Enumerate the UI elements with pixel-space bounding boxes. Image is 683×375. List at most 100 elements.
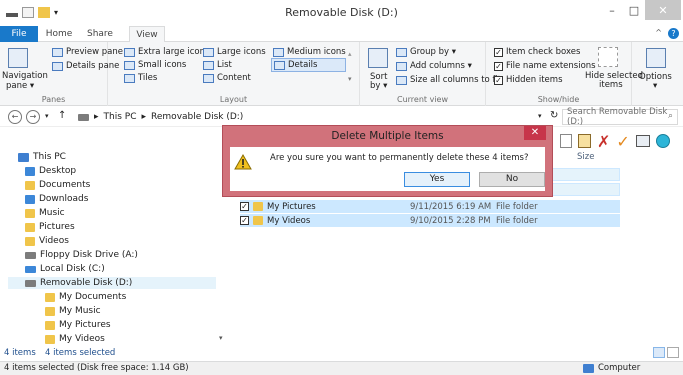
details-view-icon[interactable] — [653, 347, 665, 358]
item-check-boxes-toggle[interactable]: ✓ Item check boxes — [494, 47, 580, 57]
layout-group: Extra large icons Large icons Medium ico… — [108, 42, 360, 106]
options-dropdown[interactable]: ▾ — [653, 81, 657, 91]
breadcrumb-removable-disk[interactable]: Removable Disk (D:) — [151, 112, 243, 122]
hide-selected-items-label: items — [599, 80, 623, 90]
show-hide-group: ✓ Item check boxes ✓ File name extensions … — [486, 42, 643, 106]
refresh-icon[interactable]: ↻ — [550, 110, 558, 121]
layout-content[interactable]: Content — [203, 73, 251, 83]
nav-documents[interactable]: Documents — [25, 180, 90, 190]
minimize-button[interactable]: – — [601, 0, 623, 20]
help-icon[interactable]: ? — [668, 28, 679, 39]
nav-local-disk[interactable]: Local Disk (C:) — [25, 264, 105, 274]
nav-desktop[interactable]: Desktop — [25, 166, 76, 176]
search-icon[interactable]: ⌕ — [668, 111, 673, 121]
warning-icon — [234, 154, 252, 170]
details-icon — [274, 60, 285, 70]
layout-medium-icons[interactable]: Medium icons — [273, 47, 346, 57]
nav-this-pc[interactable]: This PC — [18, 152, 66, 162]
folder-icon — [45, 292, 55, 302]
nav-videos[interactable]: Videos — [25, 236, 69, 246]
nav-my-music[interactable]: My Music — [45, 306, 101, 316]
options-icon — [646, 48, 666, 68]
videos-folder-icon — [25, 236, 35, 246]
nav-removable-disk[interactable]: Removable Disk (D:) — [8, 277, 216, 289]
close-button[interactable]: ✕ — [645, 0, 681, 20]
window-title: Removable Disk (D:) — [285, 6, 398, 19]
layout-extra-large-icons[interactable]: Extra large icons — [124, 47, 209, 57]
ribbon-collapse-icon[interactable]: ^ — [655, 28, 662, 39]
panes-group-label: Panes — [41, 95, 66, 104]
show-hide-group-label: Show/hide — [537, 95, 580, 104]
tab-share[interactable]: Share — [82, 26, 118, 42]
tab-file[interactable]: File — [0, 26, 38, 42]
nav-downloads[interactable]: Downloads — [25, 194, 88, 204]
size-column-header[interactable]: Size — [577, 152, 594, 162]
check-icon: ✓ — [494, 61, 503, 71]
navigation-pane-icon — [8, 48, 28, 68]
no-button[interactable]: No — [479, 172, 545, 187]
tab-view[interactable]: View — [129, 26, 165, 42]
layout-list[interactable]: List — [203, 60, 232, 70]
check-icon: ✓ — [494, 47, 503, 57]
dialog-close-button[interactable]: ✕ — [524, 126, 546, 140]
yes-button[interactable]: Yes — [404, 172, 470, 187]
layout-group-label: Layout — [219, 95, 248, 104]
check-icon: ✓ — [494, 75, 503, 85]
layout-large-icons[interactable]: Large icons — [203, 47, 266, 57]
hidden-items-toggle[interactable]: ✓ Hidden items — [494, 75, 563, 85]
desktop-folder-icon — [25, 166, 35, 176]
layout-details[interactable]: Details — [271, 58, 347, 72]
current-view-group-label: Current view — [396, 95, 448, 104]
address-dropdown-icon[interactable]: ▾ — [538, 112, 542, 120]
nav-my-videos[interactable]: My Videos — [45, 334, 105, 344]
up-button[interactable]: ↑ — [58, 110, 66, 121]
navigation-pane-button[interactable]: Navigation — [2, 71, 48, 81]
row-checkbox[interactable]: ✓ — [240, 202, 249, 211]
nav-music[interactable]: Music — [25, 208, 65, 218]
recent-locations-icon[interactable]: ▾ — [45, 112, 49, 120]
downloads-folder-icon — [25, 194, 35, 204]
large-icons-view-icon[interactable] — [667, 347, 679, 358]
sort-by-icon — [368, 48, 388, 68]
file-name-extensions-toggle[interactable]: ✓ File name extensions — [494, 61, 596, 71]
maximize-button[interactable]: □ — [623, 0, 645, 20]
removable-disk-icon — [25, 279, 36, 287]
nav-scroll-down-icon[interactable]: ▾ — [219, 334, 223, 342]
sort-by-dropdown[interactable]: by ▾ — [370, 81, 387, 91]
add-columns-button[interactable]: Add columns ▾ — [396, 61, 472, 71]
content-icon — [203, 73, 214, 83]
address-bar[interactable]: ▸ This PC ▸ Removable Disk (D:) — [78, 109, 538, 125]
folder-icon — [45, 320, 55, 330]
nav-my-pictures[interactable]: My Pictures — [45, 320, 111, 330]
panes-group: Navigation pane ▾ Preview pane Details p… — [0, 42, 123, 106]
navigation-pane-dropdown[interactable]: pane ▾ — [6, 81, 34, 91]
layout-tiles[interactable]: Tiles — [124, 73, 157, 83]
layout-scroll-up-icon[interactable]: ▴ — [348, 50, 352, 58]
nav-floppy-disk[interactable]: Floppy Disk Drive (A:) — [25, 250, 138, 260]
dialog-message: Are you sure you want to permanently del… — [270, 153, 529, 163]
current-view-group: Sort by ▾ Group by ▾ Add columns ▾ Size … — [360, 42, 501, 106]
search-input[interactable]: Search Removable Disk (D:) ⌕ — [562, 107, 678, 127]
group-by-button[interactable]: Group by ▾ — [396, 47, 456, 57]
status-bar-items: 4 items 4 items selected — [0, 345, 683, 361]
nav-my-documents[interactable]: My Documents — [45, 292, 126, 302]
extra-large-icons-icon — [124, 47, 135, 57]
large-icons-icon — [203, 47, 214, 57]
layout-more-icon[interactable]: ▾ — [348, 75, 352, 83]
row-checkbox[interactable]: ✓ — [240, 216, 249, 225]
forward-button[interactable]: → — [26, 110, 40, 124]
music-folder-icon — [25, 208, 35, 218]
details-pane-icon — [52, 61, 63, 71]
drive-icon — [78, 113, 89, 121]
disk-free-space: 4 items selected (Disk free space: 1.14 … — [4, 363, 189, 373]
breadcrumb-sep: ▸ — [141, 112, 147, 122]
back-button[interactable]: ← — [8, 110, 22, 124]
tab-home[interactable]: Home — [41, 26, 77, 42]
folder-icon — [253, 202, 263, 211]
folder-icon — [45, 334, 55, 344]
nav-pictures[interactable]: Pictures — [25, 222, 75, 232]
breadcrumb-this-pc[interactable]: This PC — [104, 112, 137, 122]
layout-small-icons[interactable]: Small icons — [124, 60, 186, 70]
table-row[interactable]: ✓ My Videos 9/10/2015 2:28 PM File folder — [240, 214, 620, 227]
table-row[interactable]: ✓ My Pictures 9/11/2015 6:19 AM File fold… — [240, 200, 620, 213]
